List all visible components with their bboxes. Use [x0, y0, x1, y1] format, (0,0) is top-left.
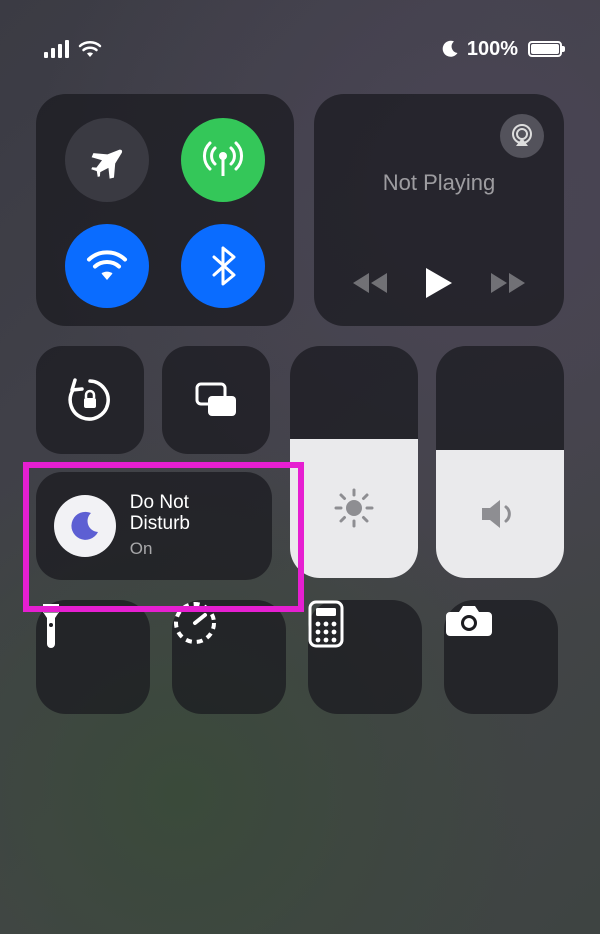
dnd-status: On — [130, 539, 254, 559]
wifi-icon — [85, 249, 129, 283]
brightness-icon — [333, 487, 375, 529]
airplane-mode-button[interactable] — [65, 118, 149, 202]
play-button[interactable] — [424, 266, 454, 300]
media-controls — [334, 266, 544, 300]
control-center: Not Playing — [36, 94, 564, 734]
camera-icon — [444, 600, 494, 640]
dnd-title: Do Not Disturb — [130, 493, 254, 535]
flashlight-button[interactable] — [36, 600, 150, 714]
moon-icon — [441, 40, 459, 58]
brightness-fill — [290, 439, 418, 578]
media-tile[interactable]: Not Playing — [314, 94, 564, 326]
cellular-signal-icon — [44, 40, 70, 58]
brightness-slider[interactable] — [290, 346, 418, 578]
airplay-button[interactable] — [500, 114, 544, 158]
antenna-icon — [201, 138, 245, 182]
volume-fill — [436, 450, 564, 578]
dnd-text: Do Not Disturb On — [130, 493, 254, 559]
bluetooth-icon — [210, 246, 236, 286]
moon-icon — [68, 509, 102, 543]
rewind-button[interactable] — [351, 271, 389, 295]
flashlight-icon — [36, 600, 66, 650]
calculator-button[interactable] — [308, 600, 422, 714]
cellular-data-button[interactable] — [181, 118, 265, 202]
airplane-icon — [87, 140, 127, 180]
connectivity-tile[interactable] — [36, 94, 294, 326]
row-connectivity-media: Not Playing — [36, 94, 564, 326]
wifi-button[interactable] — [65, 224, 149, 308]
dnd-circle — [54, 495, 116, 557]
volume-slider[interactable] — [436, 346, 564, 578]
timer-button[interactable] — [172, 600, 286, 714]
wifi-icon — [78, 40, 102, 58]
screen-mirroring-button[interactable] — [162, 346, 270, 454]
orientation-lock-button[interactable] — [36, 346, 144, 454]
screen-mirroring-icon — [191, 380, 241, 420]
camera-button[interactable] — [444, 600, 558, 714]
left-column: Do Not Disturb On — [36, 346, 272, 580]
calculator-icon — [308, 600, 344, 648]
bluetooth-button[interactable] — [181, 224, 265, 308]
do-not-disturb-button[interactable]: Do Not Disturb On — [36, 472, 272, 580]
volume-icon — [478, 496, 522, 532]
orientation-lock-icon — [65, 375, 115, 425]
status-bar: 100% — [0, 32, 600, 66]
battery-icon — [528, 41, 562, 57]
forward-button[interactable] — [489, 271, 527, 295]
row-middle: Do Not Disturb On — [36, 346, 564, 580]
status-left — [44, 40, 102, 58]
timer-icon — [172, 600, 218, 646]
row-bottom — [36, 600, 564, 714]
battery-percent-label: 100% — [467, 38, 518, 61]
now-playing-label: Not Playing — [334, 170, 544, 196]
airplay-icon — [509, 123, 535, 149]
status-right: 100% — [441, 38, 562, 61]
